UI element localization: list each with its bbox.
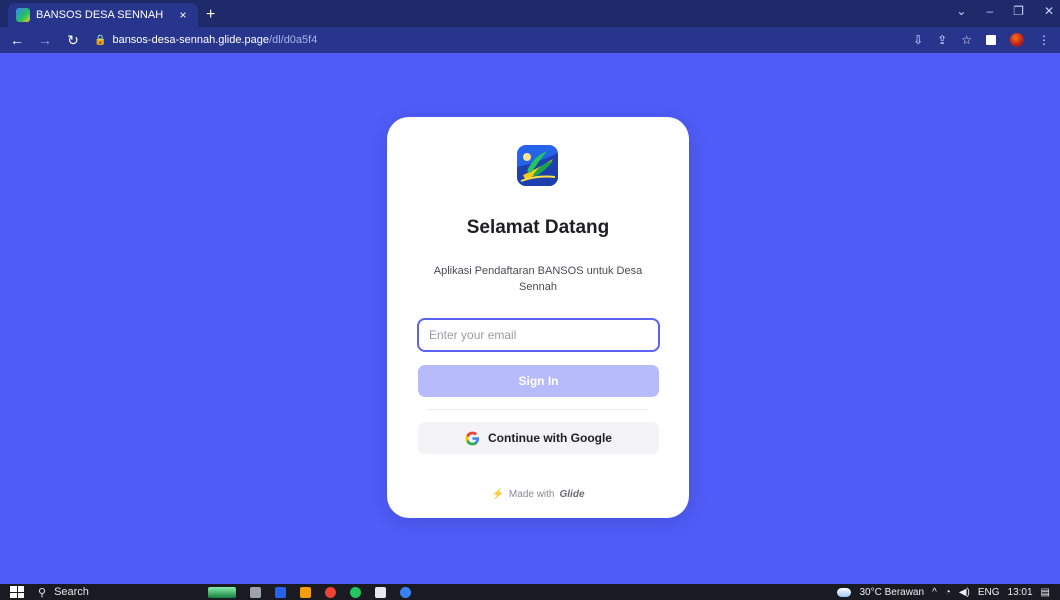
browser-tab-strip: BANSOS DESA SENNAH × + ⌄ – ❐ ✕ xyxy=(0,0,1060,27)
whatsapp-icon[interactable] xyxy=(350,586,361,598)
search-icon: ⚲ xyxy=(38,586,47,599)
system-tray: 30°C Berawan ^ ◔ ◀) ENG 13:01 ▤ xyxy=(837,584,1050,600)
taskbar-apps xyxy=(208,586,411,598)
chrome-icon[interactable] xyxy=(325,586,336,598)
file-explorer-icon[interactable] xyxy=(300,586,311,598)
login-card: Selamat Datang Aplikasi Pendaftaran BANS… xyxy=(387,117,689,518)
app-favicon-icon xyxy=(16,8,30,22)
restore-icon[interactable]: ❐ xyxy=(1013,4,1024,18)
language-indicator[interactable]: ENG xyxy=(978,587,1000,598)
menu-kebab-icon[interactable]: ⋮ xyxy=(1038,33,1050,47)
glide-bolt-icon: ⚡ xyxy=(491,489,504,500)
chrome-profile-icon[interactable] xyxy=(400,586,411,598)
made-with-glide[interactable]: ⚡ Made with Glide xyxy=(387,489,689,500)
tab-search-icon[interactable]: ⌄ xyxy=(956,4,966,18)
back-icon[interactable]: ← xyxy=(10,32,24,48)
word-icon[interactable] xyxy=(275,586,286,598)
widget-image-icon[interactable] xyxy=(208,586,236,598)
notification-icon[interactable]: ▤ xyxy=(1041,587,1050,598)
share-icon[interactable]: ⇪ xyxy=(937,33,947,47)
glide-brand: Glide xyxy=(559,489,585,500)
volume-icon[interactable]: ◀) xyxy=(959,587,970,598)
window-controls: ⌄ – ❐ ✕ xyxy=(956,4,1054,18)
weather-cloud-icon[interactable] xyxy=(837,587,852,597)
browser-toolbar: ← → ↻ 🔒 bansos-desa-sennah.glide.page/dl… xyxy=(0,27,1060,53)
app-logo-icon xyxy=(517,145,558,186)
sign-in-button[interactable]: Sign In xyxy=(418,365,659,397)
clock[interactable]: 13:01 xyxy=(1008,587,1033,598)
google-icon xyxy=(465,431,480,445)
weather-text[interactable]: 30°C Berawan xyxy=(859,587,924,598)
google-button-label: Continue with Google xyxy=(488,431,612,445)
browser-tab[interactable]: BANSOS DESA SENNAH × xyxy=(8,3,198,27)
url-path: /dl/d0a5f4 xyxy=(269,34,318,46)
reload-icon[interactable]: ↻ xyxy=(66,32,80,49)
taskbar-search[interactable]: ⚲ Search xyxy=(38,586,188,599)
email-input[interactable] xyxy=(417,318,660,352)
bookmark-star-icon[interactable]: ☆ xyxy=(961,33,972,47)
windows-taskbar: ⚲ Search 30°C Berawan ^ ◔ ◀) ENG 13:01 ▤ xyxy=(0,584,1060,600)
tab-close-icon[interactable]: × xyxy=(176,8,190,22)
url-host: bansos-desa-sennah.glide.page xyxy=(112,34,270,46)
tab-title: BANSOS DESA SENNAH xyxy=(36,9,164,21)
network-icon[interactable]: ◔ xyxy=(945,587,951,598)
toolbar-icons: ⇩ ⇪ ☆ ⋮ xyxy=(913,33,1050,47)
profile-avatar-icon[interactable] xyxy=(1010,33,1024,47)
lock-icon: 🔒 xyxy=(94,34,107,46)
welcome-heading: Selamat Datang xyxy=(466,217,610,238)
tray-chevron-icon[interactable]: ^ xyxy=(932,587,937,598)
divider xyxy=(427,409,649,410)
app-description: Aplikasi Pendaftaran BANSOS untuk Desa S… xyxy=(433,265,643,293)
document-icon[interactable] xyxy=(375,586,386,598)
address-bar[interactable]: 🔒 bansos-desa-sennah.glide.page/dl/d0a5f… xyxy=(94,34,899,46)
taskbar-search-label: Search xyxy=(54,586,89,598)
side-panel-icon[interactable] xyxy=(986,35,996,45)
minimize-icon[interactable]: – xyxy=(986,4,993,18)
close-window-icon[interactable]: ✕ xyxy=(1044,4,1054,18)
made-with-prefix: Made with xyxy=(508,489,555,500)
task-view-icon[interactable] xyxy=(250,586,261,598)
install-app-icon[interactable]: ⇩ xyxy=(913,33,923,47)
new-tab-button[interactable]: + xyxy=(206,3,215,27)
windows-start-icon[interactable] xyxy=(10,586,24,598)
continue-with-google-button[interactable]: Continue with Google xyxy=(418,422,659,454)
forward-icon[interactable]: → xyxy=(38,32,52,48)
